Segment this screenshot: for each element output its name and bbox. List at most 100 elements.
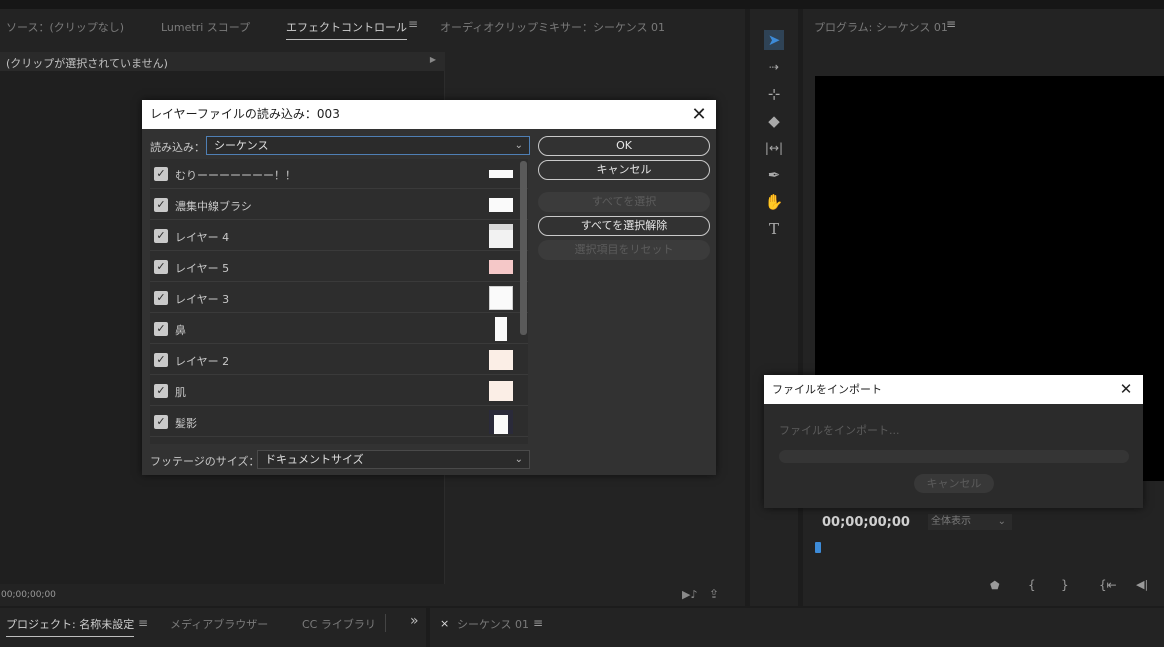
layer-checkbox[interactable]: ✓: [154, 229, 168, 243]
layer-name: 鼻: [175, 324, 186, 337]
close-icon[interactable]: ✕: [690, 100, 708, 129]
import-as-select[interactable]: シーケンス ⌄: [206, 136, 530, 155]
razor-tool-icon[interactable]: ◆: [764, 111, 784, 131]
layer-thumbnail: [489, 260, 513, 274]
footage-size-select[interactable]: ドキュメントサイズ ⌄: [257, 450, 530, 469]
no-clip-text: (クリップが選択されていません): [6, 57, 168, 70]
program-menu-icon[interactable]: ≡: [946, 17, 956, 31]
layer-row[interactable]: ✓ レイヤー 5: [150, 252, 528, 282]
program-panel: プログラム: シーケンス 01 ≡ 00;00;00;00 全体表示 ⌄ ⬟ {…: [803, 9, 1164, 606]
layer-row[interactable]: ✓ むりーーーーーーー！！: [150, 159, 528, 189]
project-menu-icon[interactable]: ≡: [138, 616, 148, 630]
play-arrow-icon[interactable]: ▶: [430, 55, 436, 64]
go-to-in-icon[interactable]: {⇤: [1099, 578, 1117, 592]
ok-button[interactable]: OK: [538, 136, 710, 156]
tab-project[interactable]: プロジェクト: 名称未設定: [6, 616, 135, 637]
layer-checkbox[interactable]: ✓: [154, 415, 168, 429]
layer-name: レイヤー 4: [175, 231, 230, 244]
deselect-all-button[interactable]: すべてを選択解除: [538, 216, 710, 236]
layer-row[interactable]: ✓ 鼻: [150, 314, 528, 344]
ripple-edit-tool-icon[interactable]: ⊹: [764, 84, 784, 104]
close-icon[interactable]: ✕: [1117, 375, 1135, 404]
import-dialog-titlebar: ファイルをインポート ✕: [764, 375, 1143, 404]
layer-checkbox[interactable]: ✓: [154, 322, 168, 336]
layer-name: レイヤー 3: [175, 293, 230, 306]
program-timecode: 00;00;00;00: [822, 515, 910, 530]
footage-size-value: ドキュメントサイズ: [265, 453, 364, 466]
timeline-menu-icon[interactable]: ≡: [533, 616, 543, 630]
layer-name: 濃集中線ブラシ: [175, 200, 252, 213]
layer-name: 肌: [175, 386, 186, 399]
mark-out-icon[interactable]: }: [1061, 578, 1069, 592]
import-status-text: ファイルをインポート...: [779, 424, 900, 437]
mark-in-icon[interactable]: {: [1028, 578, 1036, 592]
layer-row[interactable]: ✓ レイヤー 2: [150, 345, 528, 375]
hand-tool-icon[interactable]: ✋: [764, 192, 784, 212]
chevron-down-icon: ⌄: [997, 516, 1006, 527]
panel-menu-icon[interactable]: ≡: [408, 17, 418, 31]
chevron-down-icon: ⌄: [514, 140, 523, 151]
import-cancel-button[interactable]: キャンセル: [914, 474, 994, 493]
layer-checkbox[interactable]: ✓: [154, 198, 168, 212]
layer-dialog-title: レイヤーファイルの読み込み：003: [150, 107, 340, 121]
layer-dialog-titlebar: レイヤーファイルの読み込み：003 ✕: [142, 100, 716, 129]
layer-row[interactable]: ✓ レイヤー 3: [150, 283, 528, 313]
clip-header-bar: (クリップが選択されていません) ▶: [0, 52, 445, 71]
app-top-bar: [0, 0, 1164, 9]
zoom-select[interactable]: 全体表示 ⌄: [928, 514, 1012, 530]
layer-checkbox[interactable]: ✓: [154, 260, 168, 274]
layer-checkbox[interactable]: ✓: [154, 167, 168, 181]
select-all-button[interactable]: すべてを選択: [538, 192, 710, 212]
layer-thumbnail: [489, 286, 513, 310]
step-back-icon[interactable]: ◀|: [1136, 578, 1148, 591]
import-dialog-title: ファイルをインポート: [772, 383, 882, 396]
import-as-value: シーケンス: [214, 139, 269, 152]
cancel-button[interactable]: キャンセル: [538, 160, 710, 180]
export-icon[interactable]: ⇪: [709, 587, 719, 601]
tab-cc-libraries[interactable]: CC ライブラリ: [302, 616, 376, 632]
footage-size-label: フッテージのサイズ：: [150, 455, 260, 468]
chevron-down-icon: ⌄: [514, 454, 523, 465]
layer-name: むりーーーーーーー！！: [175, 169, 296, 182]
layer-checkbox[interactable]: ✓: [154, 353, 168, 367]
import-progress-bar: [779, 450, 1129, 463]
tab-media-browser[interactable]: メディアブラウザー: [170, 616, 268, 632]
program-title: プログラム: シーケンス 01: [814, 21, 948, 34]
reset-selection-button[interactable]: 選択項目をリセット: [538, 240, 710, 260]
layer-row[interactable]: ✓ 肌: [150, 376, 528, 406]
tab-lumetri-scopes[interactable]: Lumetri スコープ: [161, 19, 250, 35]
layer-row[interactable]: ✓ 髪影: [150, 407, 528, 437]
tab-divider: [385, 614, 386, 632]
layer-row[interactable]: ✓ 濃集中線ブラシ: [150, 190, 528, 220]
import-progress-dialog: ファイルをインポート ✕ ファイルをインポート... キャンセル: [764, 375, 1143, 508]
layer-thumbnail: [489, 410, 513, 434]
close-icon[interactable]: ×: [440, 617, 449, 630]
layer-name: レイヤー 2: [175, 355, 230, 368]
layer-thumbnail: [489, 170, 513, 178]
tab-sequence-01[interactable]: シーケンス 01: [457, 616, 529, 632]
layer-thumbnail: [495, 317, 507, 341]
layer-thumbnail: [489, 224, 513, 248]
layer-thumbnail: [489, 350, 513, 370]
import-as-label: 読み込み：: [150, 141, 205, 154]
layer-checkbox[interactable]: ✓: [154, 291, 168, 305]
add-marker-icon[interactable]: ⬟: [990, 579, 1000, 592]
zoom-value: 全体表示: [931, 516, 971, 527]
tab-source[interactable]: ソース：(クリップなし): [6, 19, 124, 35]
tab-effect-controls[interactable]: エフェクトコントロール: [286, 19, 407, 40]
selection-tool-icon[interactable]: ➤: [764, 30, 784, 50]
pen-tool-icon[interactable]: ✒: [764, 165, 784, 185]
layer-row[interactable]: ✓ レイヤー 4: [150, 221, 528, 251]
project-panel: プロジェクト: 名称未設定 ≡ メディアブラウザー CC ライブラリ »: [0, 608, 426, 647]
slip-tool-icon[interactable]: |↔|: [764, 138, 784, 158]
playhead-marker[interactable]: [815, 542, 821, 553]
layer-checkbox[interactable]: ✓: [154, 384, 168, 398]
layer-list-scrollbar[interactable]: [520, 161, 527, 335]
audio-export-icon[interactable]: ▶♪: [682, 588, 697, 601]
layer-thumbnail: [489, 381, 513, 401]
source-timecode: 00;00;00;00: [1, 590, 56, 600]
tab-audio-clip-mixer[interactable]: オーディオクリップミキサー：シーケンス 01: [440, 19, 665, 35]
type-tool-icon[interactable]: T: [764, 219, 784, 239]
more-panels-icon[interactable]: »: [410, 613, 419, 629]
track-select-tool-icon[interactable]: ⇢: [764, 57, 784, 77]
